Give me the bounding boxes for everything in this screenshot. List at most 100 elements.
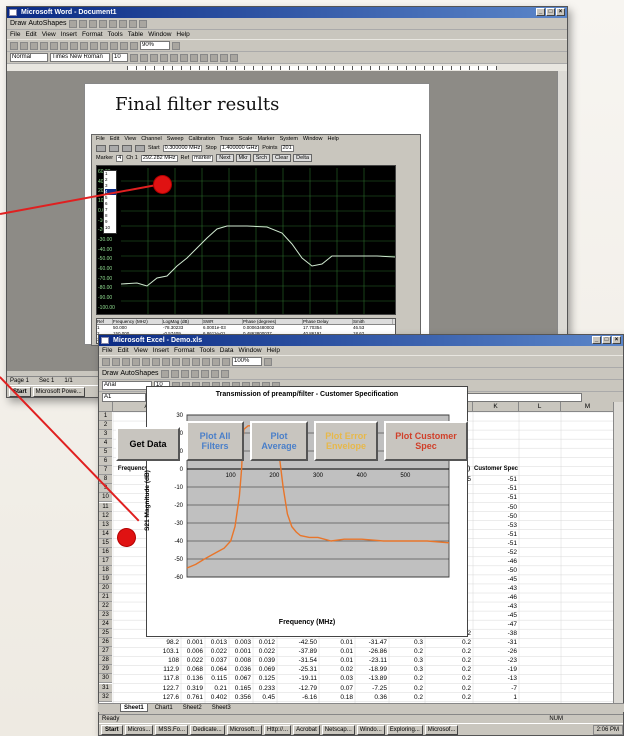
- table-cell[interactable]: 0.01: [319, 638, 353, 647]
- analyzer-button[interactable]: Srch: [252, 154, 271, 162]
- analyzer-menu-item[interactable]: Calibration: [189, 135, 215, 143]
- row-header[interactable]: 6: [99, 457, 112, 467]
- table-cell[interactable]: 1: [473, 693, 517, 702]
- row-header[interactable]: 27: [99, 647, 112, 657]
- table-cell[interactable]: 0.3: [389, 638, 423, 647]
- row-header[interactable]: 20: [99, 583, 112, 593]
- print-icon[interactable]: [132, 357, 140, 366]
- align-right-icon[interactable]: [180, 53, 188, 62]
- word-menu-item[interactable]: Format: [82, 31, 103, 38]
- table-cell[interactable]: 0.2: [425, 684, 471, 693]
- row-header[interactable]: 12: [99, 511, 112, 521]
- table-cell[interactable]: 0.3: [389, 656, 423, 665]
- taskbar-item[interactable]: Microsoft...: [226, 724, 263, 735]
- arrow-tool-icon[interactable]: [170, 369, 179, 378]
- sweep-icon[interactable]: [96, 144, 106, 152]
- word-vertical-scrollbar[interactable]: [557, 71, 567, 371]
- align-left-icon[interactable]: [160, 53, 168, 62]
- ref-field[interactable]: marker: [192, 154, 214, 162]
- table-cell[interactable]: -51: [473, 484, 517, 493]
- table-cell[interactable]: -23: [473, 656, 517, 665]
- step-icon[interactable]: [135, 144, 145, 152]
- table-cell[interactable]: -43: [473, 584, 517, 593]
- numbering-icon[interactable]: [200, 53, 208, 62]
- close-button[interactable]: ×: [556, 8, 565, 16]
- analyzer-menu-item[interactable]: Scale: [239, 135, 253, 143]
- table-cell[interactable]: 0.2: [425, 674, 471, 683]
- rectangle-tool-icon[interactable]: [88, 19, 97, 28]
- table-cell[interactable]: 0.761: [181, 693, 203, 702]
- table-cell[interactable]: -31.47: [355, 638, 387, 647]
- table-cell[interactable]: 0.18: [319, 693, 353, 702]
- table-cell[interactable]: 117.8: [113, 674, 179, 683]
- table-cell[interactable]: -42.50: [277, 638, 317, 647]
- word-zoom-box[interactable]: 90%: [140, 41, 170, 50]
- spell-icon[interactable]: [60, 41, 68, 50]
- get-data-button[interactable]: Get Data: [116, 427, 180, 461]
- underline-icon[interactable]: [150, 53, 158, 62]
- table-cell[interactable]: -23.11: [355, 656, 387, 665]
- help-icon[interactable]: [264, 357, 272, 366]
- textbox-tool-icon[interactable]: [108, 19, 117, 28]
- table-cell[interactable]: 0.012: [253, 638, 275, 647]
- excel-vertical-scrollbar[interactable]: [613, 402, 623, 703]
- taskbar-item[interactable]: Acrobat: [293, 724, 320, 735]
- name-box[interactable]: A1: [102, 393, 146, 402]
- row-header[interactable]: 21: [99, 593, 112, 603]
- table-cell[interactable]: 112.9: [113, 665, 179, 674]
- table-cell[interactable]: -26: [473, 647, 517, 656]
- table-cell[interactable]: 0.013: [205, 638, 227, 647]
- row-header[interactable]: 32: [99, 692, 112, 702]
- table-cell[interactable]: 0.2: [425, 693, 471, 702]
- taskbar-item[interactable]: Microsof...: [424, 724, 459, 735]
- table-cell[interactable]: -43: [473, 602, 517, 611]
- table-cell[interactable]: 0.037: [205, 656, 227, 665]
- table-cell[interactable]: 0.068: [181, 665, 203, 674]
- table-cell[interactable]: 0.022: [205, 647, 227, 656]
- table-cell[interactable]: 0.45: [253, 693, 275, 702]
- table-cell[interactable]: 0.165: [229, 684, 251, 693]
- italic-icon[interactable]: [140, 53, 148, 62]
- column-header-l[interactable]: L: [519, 402, 561, 412]
- bold-icon[interactable]: [130, 53, 138, 62]
- style-box[interactable]: Normal: [10, 53, 48, 62]
- new-icon[interactable]: [10, 41, 18, 50]
- row-header[interactable]: 16: [99, 547, 112, 557]
- table-cell[interactable]: 0.039: [253, 656, 275, 665]
- textbox-tool-icon[interactable]: [200, 369, 209, 378]
- sheet-tab-sheet1[interactable]: Sheet1: [120, 704, 148, 712]
- table-cell[interactable]: 0.022: [181, 656, 203, 665]
- row-header[interactable]: 3: [99, 430, 112, 440]
- table-cell[interactable]: 0.233: [253, 684, 275, 693]
- undo-icon[interactable]: [192, 357, 200, 366]
- table-cell[interactable]: 0.036: [229, 665, 251, 674]
- redo-icon[interactable]: [110, 41, 118, 50]
- table-cell[interactable]: -51: [473, 539, 517, 548]
- paste-icon[interactable]: [90, 41, 98, 50]
- row-header[interactable]: 5: [99, 448, 112, 458]
- word-menu-item[interactable]: Table: [128, 31, 144, 38]
- table-cell[interactable]: -45: [473, 611, 517, 620]
- row-header[interactable]: 14: [99, 529, 112, 539]
- word-menu-item[interactable]: View: [42, 31, 56, 38]
- table-cell[interactable]: 0.006: [181, 647, 203, 656]
- table-cell[interactable]: 0.136: [181, 674, 203, 683]
- table-cell[interactable]: 0.115: [205, 674, 227, 683]
- table-cell[interactable]: 0.3: [389, 665, 423, 674]
- table-cell[interactable]: -46: [473, 557, 517, 566]
- border-icon[interactable]: [220, 53, 228, 62]
- row-header[interactable]: 2: [99, 421, 112, 431]
- table-cell[interactable]: -51: [473, 475, 517, 484]
- row-header[interactable]: 22: [99, 602, 112, 612]
- row-header[interactable]: 15: [99, 538, 112, 548]
- table-cell[interactable]: 0.01: [319, 647, 353, 656]
- open-icon[interactable]: [20, 41, 28, 50]
- word-menu-item[interactable]: File: [10, 31, 20, 38]
- play-icon[interactable]: [122, 144, 132, 152]
- draw-menu[interactable]: Draw: [10, 20, 26, 27]
- fill-color-icon[interactable]: [210, 369, 219, 378]
- print-icon[interactable]: [40, 41, 48, 50]
- analyzer-menu-item[interactable]: System: [280, 135, 298, 143]
- hold-icon[interactable]: [109, 144, 119, 152]
- analyzer-menu-item[interactable]: Trace: [220, 135, 234, 143]
